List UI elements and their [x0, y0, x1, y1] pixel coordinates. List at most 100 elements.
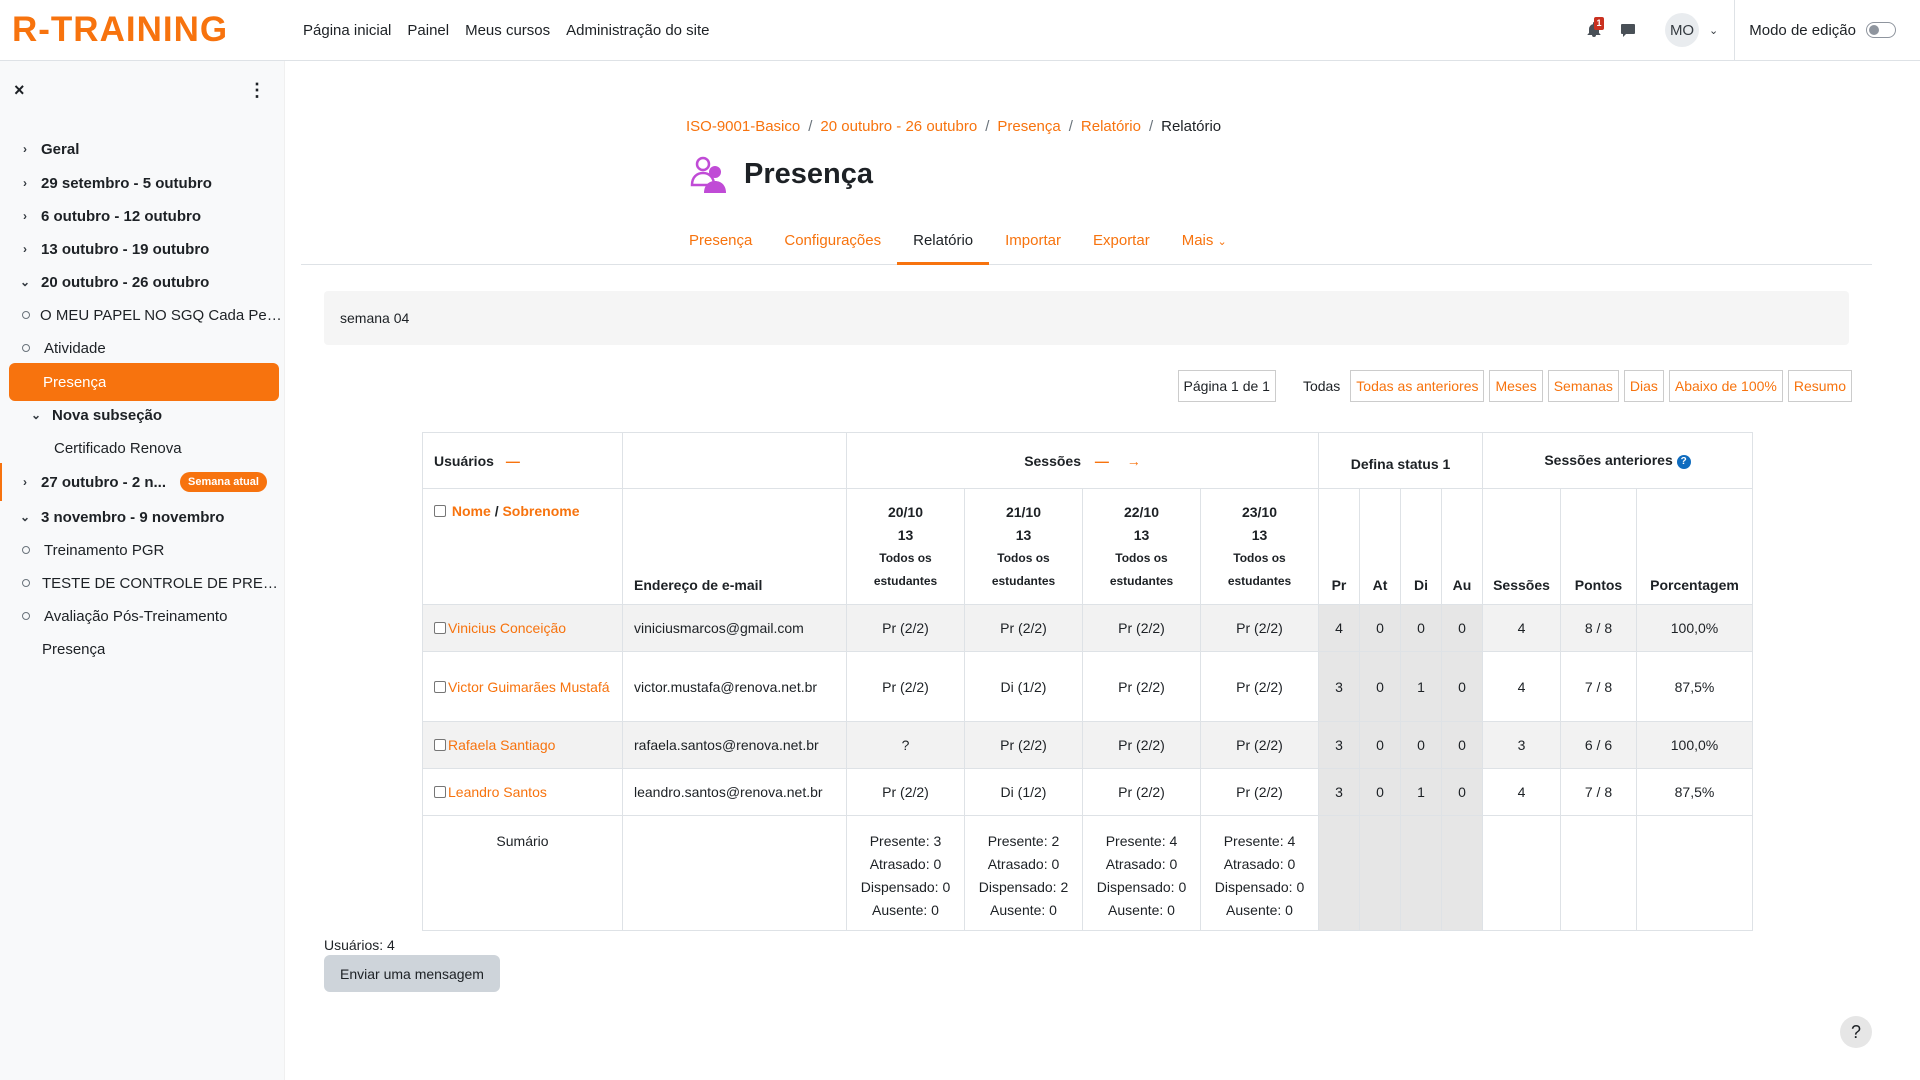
previous-sessions-cell: 6 / 6 [1560, 721, 1637, 769]
help-button[interactable]: ? [1840, 1016, 1872, 1048]
filter-months-button[interactable]: Meses [1489, 370, 1543, 402]
session-status-cell: Pr (2/2) [1200, 768, 1319, 816]
send-message-button[interactable]: Enviar uma mensagem [324, 955, 500, 992]
row-checkbox[interactable] [434, 739, 446, 751]
select-all-checkbox[interactable] [434, 505, 446, 517]
activity-item[interactable]: Atividade [0, 329, 285, 367]
table-row: Victor Guimarães Mustafá victor.mustafa@r… [422, 651, 1753, 722]
activity-item[interactable]: Certificado Renova [0, 429, 285, 467]
chevron-down-icon[interactable]: ⌄ [19, 275, 31, 289]
name-cell: Leandro Santos [422, 768, 623, 816]
sort-by-surname[interactable]: Sobrenome [502, 503, 579, 519]
user-link[interactable]: Rafaela Santiago [448, 737, 555, 753]
nav-home[interactable]: Página inicial [295, 0, 399, 61]
chevron-down-icon[interactable]: ⌄ [1709, 24, 1718, 37]
tab-importar[interactable]: Importar [989, 225, 1077, 265]
user-link[interactable]: Vinicius Conceição [448, 620, 566, 636]
user-link[interactable]: Leandro Santos [448, 784, 547, 800]
edit-mode-toggle[interactable] [1866, 22, 1896, 38]
previous-sessions-cell: 7 / 8 [1560, 768, 1637, 816]
session-group-2: estudantes [1227, 574, 1292, 588]
summary-line: Ausente: 0 [990, 902, 1057, 918]
activity-label: TESTE DE CONTROLE DE PRESE... [42, 574, 285, 592]
session-group: Todos os [1233, 551, 1286, 565]
session-header[interactable]: 23/10 13 Todos os estudantes [1200, 488, 1319, 605]
tab-exportar[interactable]: Exportar [1077, 225, 1166, 265]
collapse-icon[interactable]: — [506, 453, 520, 469]
activity-item[interactable]: Presença [0, 630, 285, 668]
more-options-icon[interactable]: ⋮ [248, 80, 266, 101]
messages-button[interactable] [1611, 13, 1645, 47]
session-status-cell: Pr (2/2) [846, 651, 965, 722]
user-avatar[interactable]: MO [1665, 13, 1700, 47]
filter-below-100-button[interactable]: Abaixo de 100% [1668, 370, 1783, 402]
nav-dashboard[interactable]: Painel [399, 0, 457, 61]
table-row: Leandro Santos leandro.santos@renova.net.… [422, 768, 1753, 816]
sort-by-name[interactable]: Nome [452, 503, 491, 519]
session-status-cell: Pr (2/2) [846, 604, 965, 652]
completion-circle-icon [22, 344, 30, 352]
status-col-header: Au [1441, 488, 1483, 605]
completion-circle-icon [22, 612, 30, 620]
filter-days-button[interactable]: Dias [1623, 370, 1664, 402]
section-geral[interactable]: › Geral [0, 130, 285, 168]
chevron-right-icon[interactable]: › [19, 475, 31, 489]
section-label: Nova subseção [52, 406, 163, 424]
arrow-right-icon[interactable]: → [1127, 453, 1141, 469]
session-header[interactable]: 20/10 13 Todos os estudantes [846, 488, 965, 605]
breadcrumb-section[interactable]: 20 outubro - 26 outubro [820, 118, 977, 135]
status-count-cell: 0 [1400, 604, 1442, 652]
current-week-badge: Semana atual [180, 472, 267, 492]
filter-all-past-button[interactable]: Todas as anteriores [1350, 370, 1485, 402]
chevron-down-icon[interactable]: ⌄ [30, 408, 42, 422]
filter-weeks-button[interactable]: Semanas [1547, 370, 1619, 402]
help-icon[interactable]: ? [1676, 455, 1691, 469]
site-logo[interactable]: R-TRAINING [12, 10, 257, 49]
status-count-cell: 0 [1400, 721, 1442, 769]
collapse-icon[interactable]: — [1095, 453, 1109, 469]
summary-line: Presente: 2 [987, 833, 1060, 849]
breadcrumb-course[interactable]: ISO-9001-Basico [686, 118, 800, 135]
tab-configuracoes[interactable]: Configurações [768, 225, 897, 265]
empty-cell [1400, 815, 1442, 931]
notifications-button[interactable]: 1 [1577, 13, 1611, 47]
chevron-right-icon[interactable]: › [19, 176, 31, 190]
nav-my-courses[interactable]: Meus cursos [457, 0, 558, 61]
session-summary-cell: Presente: 3 Atrasado: 0 Dispensado: 0 Ausen… [846, 815, 965, 931]
chat-icon [1621, 24, 1636, 37]
section-current-week[interactable]: › 27 outubro - 2 n... Semana atual [0, 463, 285, 501]
status-count-cell: 1 [1400, 768, 1442, 816]
breadcrumb-activity[interactable]: Presença [997, 118, 1060, 135]
chevron-down-icon[interactable]: ⌄ [19, 510, 31, 524]
session-header[interactable]: 22/10 13 Todos os estudantes [1082, 488, 1201, 605]
section-label: Geral [41, 140, 80, 158]
filter-summary-button[interactable]: Resumo [1787, 370, 1852, 402]
chevron-right-icon[interactable]: › [19, 209, 31, 223]
row-checkbox[interactable] [434, 622, 446, 634]
status-count-cell: 0 [1441, 768, 1483, 816]
tab-mais[interactable]: Mais ⌄ [1166, 225, 1243, 265]
row-checkbox[interactable] [434, 786, 446, 798]
session-header[interactable]: 21/10 13 Todos os estudantes [964, 488, 1083, 605]
breadcrumb-report[interactable]: Relatório [1081, 118, 1141, 135]
previous-sessions-cell: 100,0% [1636, 721, 1753, 769]
activity-label: Atividade [44, 339, 106, 357]
page-indicator[interactable]: Página 1 de 1 [1177, 370, 1276, 402]
session-status-cell: Pr (2/2) [1200, 721, 1319, 769]
previous-sessions-cell: 8 / 8 [1560, 604, 1637, 652]
session-time: 13 [1015, 527, 1032, 543]
session-status-cell: Pr (2/2) [1200, 651, 1319, 722]
empty-cell [622, 815, 847, 931]
user-link[interactable]: Victor Guimarães Mustafá [448, 679, 610, 695]
row-checkbox[interactable] [434, 680, 446, 693]
completion-circle-icon [22, 579, 30, 587]
status-count-cell: 0 [1441, 604, 1483, 652]
chevron-right-icon[interactable]: › [19, 142, 31, 156]
name-cell: Rafaela Santiago [422, 721, 623, 769]
chevron-right-icon[interactable]: › [19, 242, 31, 256]
activity-label: Presença [43, 373, 107, 391]
close-icon[interactable]: × [14, 80, 25, 101]
nav-site-admin[interactable]: Administração do site [558, 0, 717, 61]
tab-relatorio[interactable]: Relatório [897, 225, 990, 265]
tab-presenca[interactable]: Presença [673, 225, 768, 265]
